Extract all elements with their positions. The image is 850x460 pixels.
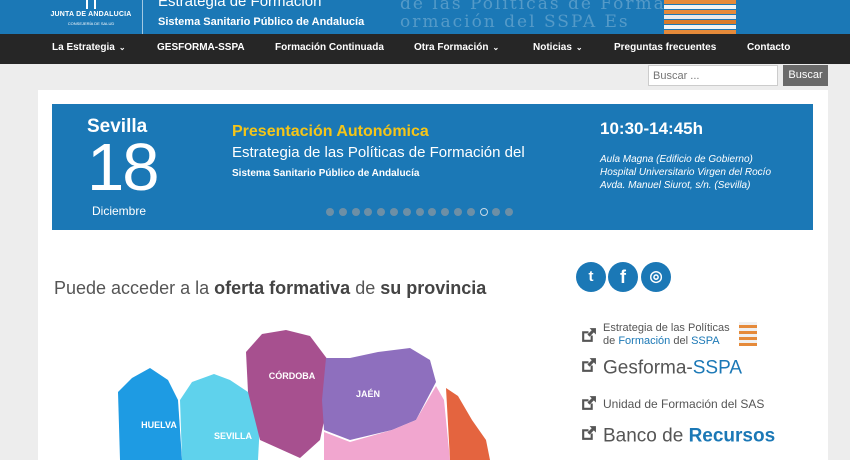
logo-name: JUNTA DE ANDALUCIA (50, 11, 132, 18)
search-button[interactable]: Buscar (783, 65, 828, 86)
lead-text: de (355, 278, 376, 298)
search-input[interactable] (648, 65, 778, 86)
link-unidad-formacion-sas[interactable]: Unidad de Formación del SAS (580, 395, 764, 415)
nav-item-formacion-continuada[interactable]: Formación Continuada (275, 42, 384, 53)
slider-dot[interactable] (466, 208, 475, 216)
main-nav: La Estrategia ⌄ GESFORMA-SSPA Formación C… (0, 34, 850, 64)
province-label: CÓRDOBA (269, 370, 316, 381)
link-label: SSPA (691, 335, 720, 347)
province-label: HUELVA (141, 420, 177, 430)
site-title[interactable]: Estrategia de Formación (158, 0, 321, 10)
link-label: de (603, 335, 616, 347)
nav-item-la-estrategia[interactable]: La Estrategia ⌄ (52, 42, 126, 53)
slider-dot[interactable] (390, 208, 398, 216)
event-description: Estrategia de las Políticas de Formación… (232, 144, 525, 161)
instagram-icon[interactable]: ◎ (641, 262, 671, 292)
lead-text: Puede acceder a la (54, 278, 210, 298)
external-link-icon (580, 425, 597, 448)
event-location-line: Avda. Manuel Siurot, s/n. (Sevilla) (600, 180, 751, 191)
link-label: del (673, 335, 689, 347)
link-label: Gesforma- (603, 357, 693, 379)
slider-dot[interactable] (338, 208, 347, 216)
books-thumbnail-icon (738, 322, 757, 346)
link-label: Unidad de Formación del SAS (603, 397, 765, 412)
link-estrategia-sspa[interactable]: Estrategia de las Políticas de Formación… (580, 322, 757, 348)
site-subtitle: Sistema Sanitario Público de Andalucía (158, 16, 365, 28)
nav-item-noticias[interactable]: Noticias ⌄ (533, 42, 583, 53)
link-label: SSPA (692, 357, 743, 379)
link-label: Recursos (688, 425, 776, 447)
nav-item-gesforma-sspa[interactable]: GESFORMA-SSPA (157, 42, 245, 53)
event-location-line: Aula Magna (Edificio de Gobierno) (600, 154, 753, 165)
event-banner-slide[interactable]: Sevilla 18 Diciembre Presentación Autonó… (52, 104, 813, 230)
event-month: Diciembre (92, 204, 147, 218)
event-time: 10:30-14:45h (600, 119, 704, 138)
event-title: Presentación Autonómica (232, 123, 429, 140)
chevron-down-icon: ⌄ (575, 43, 583, 52)
lead-emphasis: oferta formativa (214, 278, 351, 298)
books-illustration-icon (664, 0, 744, 34)
nav-item-preguntas-frecuentes[interactable]: Preguntas frecuentes (614, 42, 716, 53)
nav-item-label: Otra Formación (414, 42, 489, 53)
header-divider (142, 0, 143, 34)
chevron-down-icon: ⌄ (492, 43, 500, 52)
slider-dot[interactable] (441, 208, 450, 216)
nav-item-label: GESFORMA-SSPA (157, 42, 245, 53)
nav-item-contacto[interactable]: Contacto (747, 42, 790, 53)
nav-item-label: Preguntas frecuentes (614, 42, 717, 53)
site-header: JUNTA DE ANDALUCIA CONSEJERÍA DE SALUD d… (0, 0, 850, 34)
slider-dot[interactable] (402, 208, 411, 216)
event-organization: Sistema Sanitario Público de Andalucía (232, 168, 420, 179)
link-label: Formación (618, 335, 671, 347)
slider-dot[interactable] (377, 208, 386, 216)
slider-dot[interactable] (505, 208, 514, 216)
slider-dot[interactable] (415, 208, 424, 216)
slider-dot[interactable] (326, 208, 334, 216)
province-almeria[interactable] (446, 388, 490, 460)
link-banco-recursos[interactable]: Banco de Recursos (580, 425, 775, 448)
slider-pagination (326, 208, 556, 216)
nav-item-label: Contacto (747, 42, 791, 53)
facebook-icon[interactable]: f (608, 262, 638, 292)
slider-dot[interactable] (479, 208, 488, 216)
province-lead-text: Puede acceder a la oferta formativa de s… (54, 278, 486, 299)
andalucia-province-map: CÓRDOBA JAÉN HUELVA SEVILLA (118, 330, 490, 460)
external-link-icon (580, 327, 597, 348)
header-background-text-2: ormación del SSPA Es (400, 12, 630, 32)
province-label: SEVILLA (214, 431, 253, 441)
logo-sub: CONSEJERÍA DE SALUD (67, 21, 115, 26)
province-label: JAÉN (356, 389, 380, 399)
nav-item-label: Formación Continuada (275, 42, 384, 53)
external-link-icon (580, 395, 597, 415)
nav-item-label: La Estrategia (52, 42, 115, 53)
link-label: Banco de (603, 425, 684, 447)
slider-dot[interactable] (454, 208, 462, 216)
twitter-icon[interactable]: t (576, 262, 606, 292)
event-location-line: Hospital Universitario Virgen del Rocío (600, 167, 772, 178)
slider-dot[interactable] (492, 208, 501, 216)
link-gesforma-sspa[interactable]: Gesforma-SSPA (580, 357, 742, 380)
nav-item-otra-formacion[interactable]: Otra Formación ⌄ (414, 42, 499, 53)
slider-dot[interactable] (364, 208, 373, 216)
event-location: Aula Magna (Edificio de Gobierno) Hospit… (600, 153, 771, 192)
slider-dot[interactable] (351, 208, 360, 216)
nav-item-label: Noticias (533, 42, 572, 53)
junta-emblem-icon (86, 0, 96, 9)
chevron-down-icon: ⌄ (118, 43, 126, 52)
external-link-icon (580, 357, 597, 380)
slider-dot[interactable] (428, 208, 437, 216)
link-label: Estrategia de las Políticas (603, 322, 730, 334)
event-day: 18 (87, 130, 160, 205)
lead-emphasis: su provincia (380, 278, 487, 298)
province-huelva[interactable] (118, 368, 182, 460)
junta-logo[interactable]: JUNTA DE ANDALUCIA CONSEJERÍA DE SALUD (48, 0, 134, 34)
